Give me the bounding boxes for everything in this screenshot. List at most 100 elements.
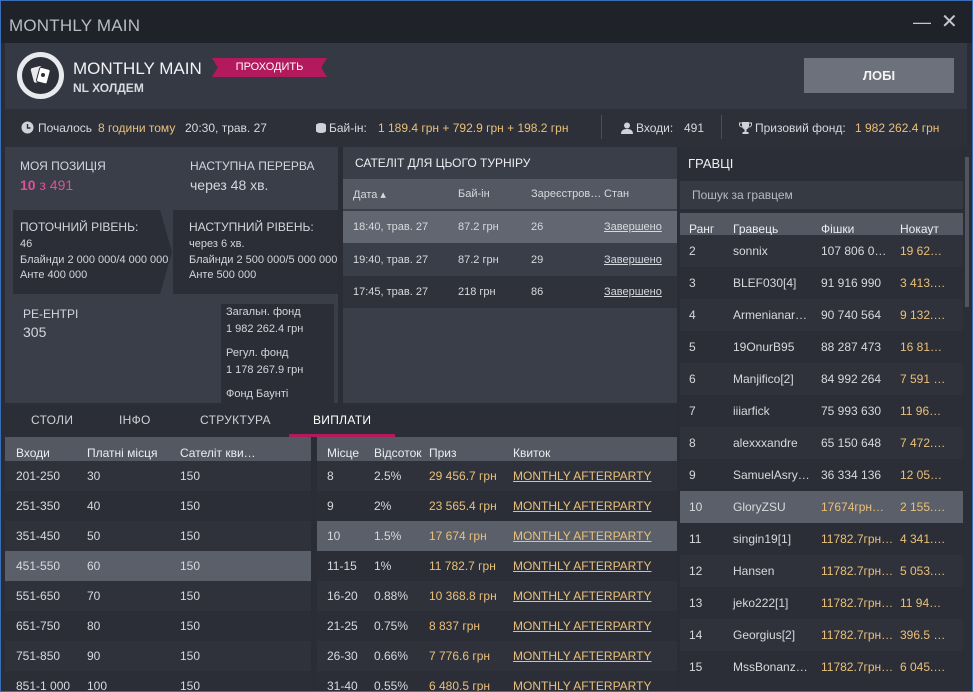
tournament-status-panel: МОЯ ПОЗИЦІЯ 10 з 491 НАСТУПНА ПЕРЕРВА че… xyxy=(5,147,338,403)
tab-info[interactable]: ІНФО xyxy=(119,413,151,427)
table-row[interactable]: 10 1.5% 17 674 грн MONTHLY AFTERPARTY xyxy=(317,521,677,551)
column-player[interactable]: Гравець xyxy=(733,222,778,236)
break-label: НАСТУПНА ПЕРЕРВА xyxy=(190,159,315,173)
ticket-link[interactable]: MONTHLY AFTERPARTY xyxy=(513,559,651,573)
position-label: МОЯ ПОЗИЦІЯ xyxy=(20,159,106,173)
table-row[interactable]: 9 SamuelAsry… 36 334 136 12 05… xyxy=(680,459,967,491)
column-satellite[interactable]: Сателіт кви… xyxy=(180,446,256,460)
close-icon[interactable]: ✕ xyxy=(941,12,958,32)
table-row[interactable]: 12 Hansen 11782.7грн… 5 053.… xyxy=(680,555,967,587)
started-ago: 8 години тому xyxy=(98,121,176,135)
column-registered[interactable]: Зареєстров… xyxy=(531,188,601,200)
table-row[interactable]: 851-1 000 100 150 xyxy=(5,671,311,691)
column-date[interactable]: Дата ▴ xyxy=(353,188,386,201)
column-buyin[interactable]: Бай-ін xyxy=(458,188,490,200)
tab-structure[interactable]: СТРУКТУРА xyxy=(200,413,271,427)
table-row[interactable]: 5 19OnurB95 88 287 473 16 81… xyxy=(680,331,967,363)
table-row[interactable]: 4 Armenianar… 90 740 564 9 132.… xyxy=(680,299,967,331)
table-row[interactable]: 551-650 70 150 xyxy=(5,581,311,611)
ticket-link[interactable]: MONTHLY AFTERPARTY xyxy=(513,589,651,603)
entries-value: 491 xyxy=(684,121,705,135)
table-row[interactable]: 8 2.5% 29 456.7 грн MONTHLY AFTERPARTY xyxy=(317,461,677,491)
table-row[interactable]: 19:40, трав. 27 87.2 грн 29 Завершено xyxy=(343,244,677,276)
table-row[interactable]: 10 GloryZSU 17674грн… 2 155.… xyxy=(680,491,967,523)
table-row[interactable]: 11-15 1% 11 782.7 грн MONTHLY AFTERPARTY xyxy=(317,551,677,581)
regular-fund-value: 1 178 267.9 грн xyxy=(226,364,304,376)
players-scrollbar[interactable] xyxy=(963,147,971,691)
table-row[interactable]: 7 iiiarfick 75 993 630 11 96… xyxy=(680,395,967,427)
table-row[interactable]: 451-550 60 150 xyxy=(5,551,311,581)
total-fund-label: Загальн. фонд xyxy=(226,306,301,318)
column-chips[interactable]: Фішки xyxy=(821,222,854,236)
column-state[interactable]: Стан xyxy=(604,188,629,200)
window-title: MONTHLY MAIN xyxy=(9,16,141,35)
reentries-value: 305 xyxy=(23,324,47,340)
tournament-header: MONTHLY MAIN NL ХОЛДЕМ ПРОХОДИТЬ ЛОБІ xyxy=(5,43,967,109)
tab-payouts[interactable]: ВИПЛАТИ xyxy=(313,413,371,427)
table-row[interactable]: 21-25 0.75% 8 837 грн MONTHLY AFTERPARTY xyxy=(317,611,677,641)
table-row[interactable]: 251-350 40 150 xyxy=(5,491,311,521)
ticket-link[interactable]: MONTHLY AFTERPARTY xyxy=(513,649,651,663)
started-time: 20:30, трав. 27 xyxy=(185,121,267,135)
table-row[interactable]: 751-850 90 150 xyxy=(5,641,311,671)
table-row[interactable]: 26-30 0.66% 7 776.6 грн MONTHLY AFTERPARTY xyxy=(317,641,677,671)
table-row[interactable]: 3 BLEF030[4] 91 916 990 3 413.… xyxy=(680,267,967,299)
column-place[interactable]: Місце xyxy=(327,446,359,460)
title-bar: MONTHLY MAIN — ✕ xyxy=(1,1,972,43)
coins-icon xyxy=(315,121,327,135)
tab-tables[interactable]: СТОЛИ xyxy=(31,413,73,427)
player-search-input[interactable]: Пошук за гравцем xyxy=(680,181,967,209)
prize-value: 1 982 262.4 грн xyxy=(855,121,940,135)
column-prize[interactable]: Приз xyxy=(429,446,457,460)
clock-icon xyxy=(21,121,34,135)
state-link[interactable]: Завершено xyxy=(604,221,662,233)
table-row[interactable]: 2 sonnix 107 806 0… 19 62… xyxy=(680,235,967,267)
ticket-link[interactable]: MONTHLY AFTERPARTY xyxy=(513,469,651,483)
column-ticket[interactable]: Квиток xyxy=(513,446,550,460)
next-ante: Анте 500 000 xyxy=(189,269,257,281)
table-row[interactable]: 15 MssBonanz… 11782.7грн… 6 045.… xyxy=(680,651,967,683)
lobby-button[interactable]: ЛОБІ xyxy=(804,58,954,93)
table-row[interactable]: 351-450 50 150 xyxy=(5,521,311,551)
game-type: NL ХОЛДЕМ xyxy=(73,81,144,95)
next-level-label: НАСТУПНИЙ РІВЕНЬ: xyxy=(189,220,314,234)
table-row[interactable]: 31-40 0.55% 6 480.5 грн MONTHLY AFTERPARTY xyxy=(317,671,677,691)
table-row[interactable]: 13 jeko222[1] 11782.7грн… 11 94… xyxy=(680,587,967,619)
divider xyxy=(601,115,602,139)
state-link[interactable]: Завершено xyxy=(604,286,662,298)
table-row[interactable]: 17:45, трав. 27 218 грн 86 Завершено xyxy=(343,276,677,308)
column-knockout[interactable]: Нокаут xyxy=(900,222,939,236)
column-rank[interactable]: Ранг xyxy=(689,222,714,236)
table-row[interactable]: 11 singin19[1] 11782.7грн… 4 341.… xyxy=(680,523,967,555)
scroll-thumb[interactable] xyxy=(965,157,969,307)
table-row[interactable]: 651-750 80 150 xyxy=(5,611,311,641)
trophy-icon xyxy=(739,121,752,135)
table-row[interactable]: 16-20 0.88% 10 368.8 грн MONTHLY AFTERPARTY xyxy=(317,581,677,611)
tournament-name: MONTHLY MAIN xyxy=(73,59,202,78)
state-link[interactable]: Завершено xyxy=(604,254,662,266)
table-row[interactable]: 201-250 30 150 xyxy=(5,461,311,491)
buyin-value: 1 189.4 грн + 792.9 грн + 198.2 грн xyxy=(378,121,569,135)
satellite-panel: САТЕЛІТ ДЛЯ ЦЬОГО ТУРНІРУ Дата ▴ Бай-ін … xyxy=(343,147,677,403)
minimize-icon[interactable]: — xyxy=(913,13,931,31)
column-entries[interactable]: Входи xyxy=(16,446,50,460)
column-paid-places[interactable]: Платні місця xyxy=(87,446,157,460)
ticket-link[interactable]: MONTHLY AFTERPARTY xyxy=(513,529,651,543)
ticket-link[interactable]: MONTHLY AFTERPARTY xyxy=(513,679,651,691)
chevron-right-icon xyxy=(158,210,172,294)
table-row[interactable]: 9 2% 23 565.4 грн MONTHLY AFTERPARTY xyxy=(317,491,677,521)
bounty-fund-label: Фонд Баунті xyxy=(226,388,289,400)
table-row[interactable]: 18:40, трав. 27 87.2 грн 26 Завершено xyxy=(343,211,677,243)
table-row[interactable]: 6 Manjifico[2] 84 992 264 7 591 … xyxy=(680,363,967,395)
column-percent[interactable]: Відсоток xyxy=(374,446,422,460)
ticket-link[interactable]: MONTHLY AFTERPARTY xyxy=(513,619,651,633)
table-row[interactable]: 8 alexxxandre 65 150 648 7 472.… xyxy=(680,427,967,459)
reentries-label: РЕ-ЕНТРІ xyxy=(23,307,79,321)
ticket-link[interactable]: MONTHLY AFTERPARTY xyxy=(513,499,651,513)
search-placeholder: Пошук за гравцем xyxy=(692,188,793,202)
prize-label: Призовий фонд: xyxy=(755,121,846,135)
table-row[interactable]: 14 Georgius[2] 11782.7грн… 396.5 … xyxy=(680,619,967,651)
tournament-window: MONTHLY MAIN — ✕ MONTHLY MAIN NL ХОЛДЕМ … xyxy=(0,0,973,692)
next-level-time: через 6 хв. xyxy=(189,238,245,250)
players-panel: ГРАВЦІ Пошук за гравцем Ранг Гравець Фіш… xyxy=(680,147,967,691)
